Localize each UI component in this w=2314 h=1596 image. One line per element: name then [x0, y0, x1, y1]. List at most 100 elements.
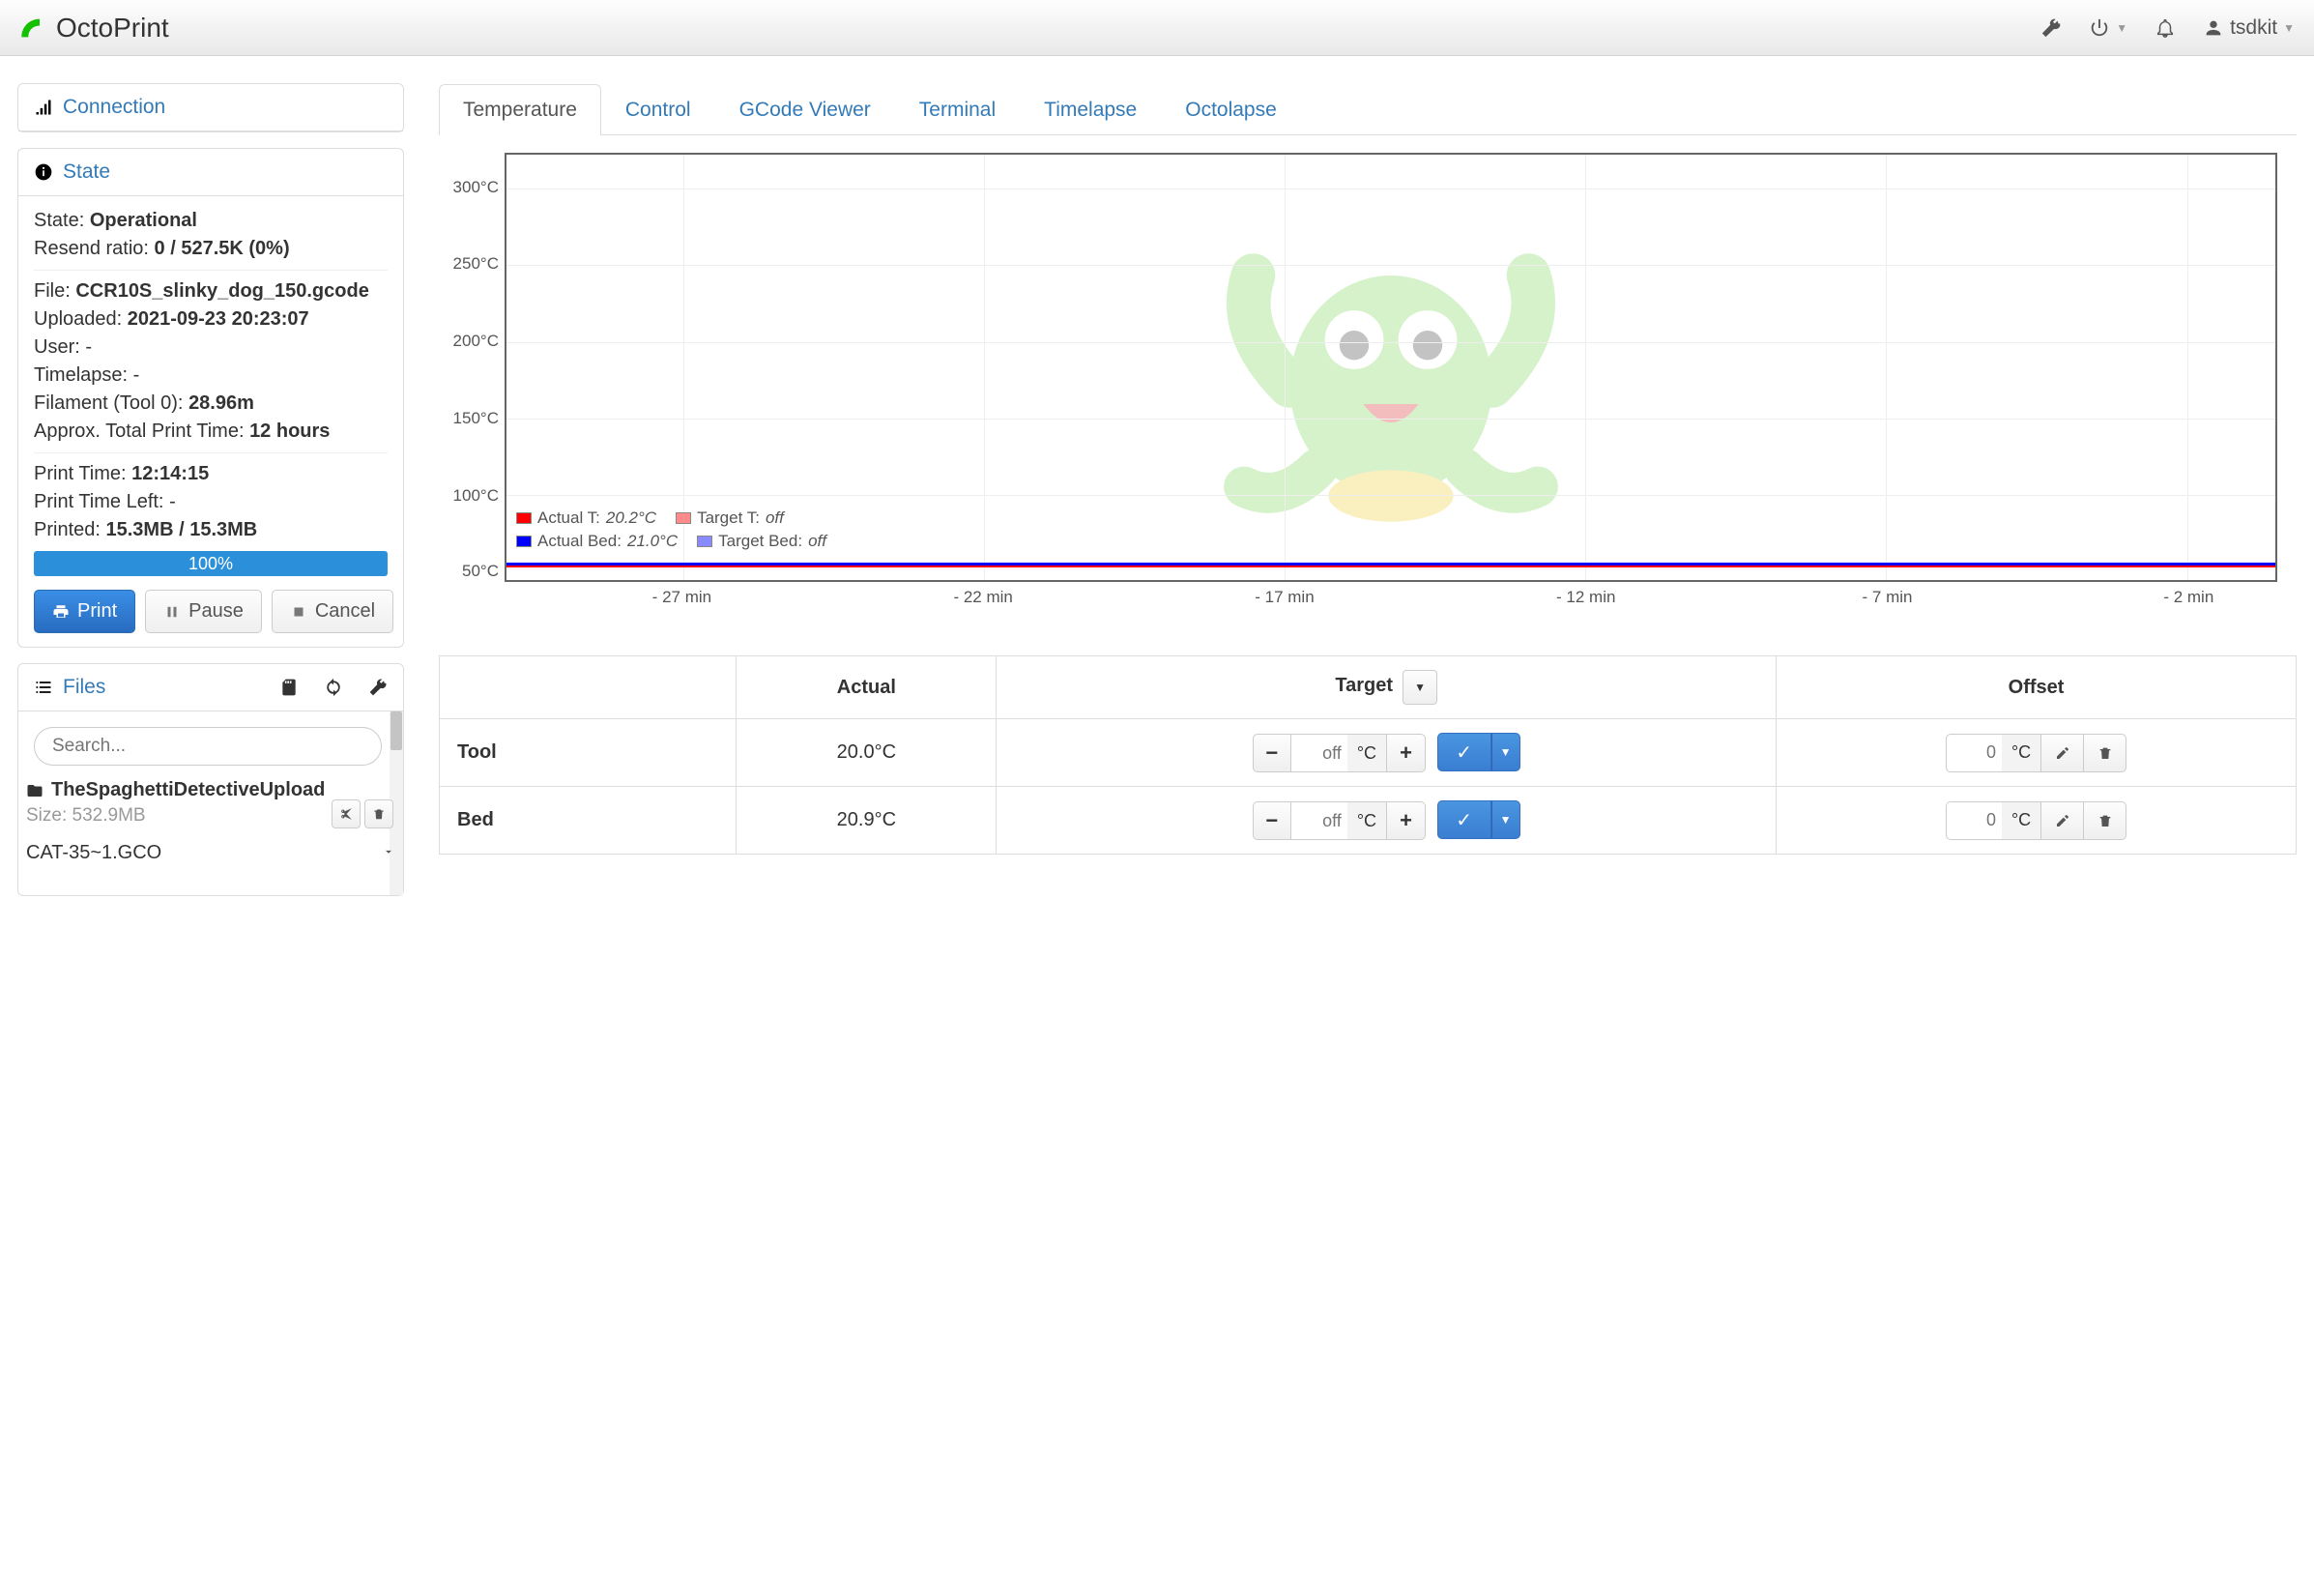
- print-button[interactable]: Print: [34, 590, 135, 633]
- connection-link[interactable]: Connection: [63, 96, 165, 119]
- uploaded-label: Uploaded:: [34, 308, 122, 330]
- target-apply-button[interactable]: ✓: [1437, 800, 1491, 839]
- delete-button[interactable]: [364, 799, 393, 828]
- refresh-icon[interactable]: [324, 678, 343, 697]
- actual-temp: 20.0°C: [737, 719, 997, 787]
- printtime-label: Print Time:: [34, 463, 127, 484]
- settings-button[interactable]: [2040, 17, 2062, 39]
- tab-terminal[interactable]: Terminal: [895, 84, 1020, 135]
- user-value: -: [85, 336, 92, 358]
- unit-label: °C: [2002, 801, 2041, 840]
- state-panel-heading[interactable]: State: [18, 149, 403, 196]
- folder-icon: [26, 782, 43, 799]
- target-dropdown-button[interactable]: ▼: [1491, 800, 1520, 839]
- tab-gcode-viewer[interactable]: GCode Viewer: [715, 84, 895, 135]
- th-offset: Offset: [1777, 656, 2297, 719]
- info-icon: [34, 162, 53, 182]
- ytick: 150°C: [448, 409, 499, 428]
- offset-delete-button[interactable]: [2084, 734, 2126, 772]
- files-panel-heading[interactable]: Files: [18, 664, 403, 711]
- offset-input[interactable]: [1946, 801, 2002, 840]
- wrench-icon: [2040, 17, 2062, 39]
- cut-button[interactable]: [332, 799, 361, 828]
- ytick: 250°C: [448, 254, 499, 274]
- temp-row-bed: Bed 20.9°C − °C + ✓ ▼: [440, 787, 2297, 855]
- folder-name: TheSpaghettiDetectiveUpload: [51, 779, 325, 801]
- octopus-watermark-icon: [1207, 184, 1575, 551]
- ytick: 300°C: [448, 178, 499, 197]
- offset-edit-button[interactable]: [2041, 734, 2084, 772]
- folder-entry[interactable]: TheSpaghettiDetectiveUpload Size: 532.9M…: [22, 779, 399, 828]
- target-decrement-button[interactable]: −: [1253, 801, 1291, 840]
- target-input[interactable]: [1291, 801, 1347, 840]
- actual-tool-line: [506, 566, 2275, 567]
- target-increment-button[interactable]: +: [1387, 801, 1426, 840]
- state-value: Operational: [90, 210, 197, 231]
- state-link[interactable]: State: [63, 160, 110, 184]
- target-decrement-button[interactable]: −: [1253, 734, 1291, 772]
- xtick: - 7 min: [1863, 588, 1913, 607]
- offset-edit-button[interactable]: [2041, 801, 2084, 840]
- wrench-icon[interactable]: [368, 678, 388, 697]
- username-label: tsdkit: [2230, 16, 2277, 40]
- th-actual: Actual: [737, 656, 997, 719]
- xtick: - 27 min: [652, 588, 711, 607]
- target-input[interactable]: [1291, 734, 1347, 772]
- tab-timelapse[interactable]: Timelapse: [1020, 84, 1161, 135]
- xtick: - 17 min: [1255, 588, 1314, 607]
- approx-value: 12 hours: [249, 421, 330, 442]
- filament-value: 28.96m: [188, 392, 254, 414]
- temperature-table: Actual Target▼ Offset Tool 20.0°C − °C +…: [439, 655, 2297, 855]
- signal-icon: [34, 98, 53, 117]
- filament-label: Filament (Tool 0):: [34, 392, 184, 414]
- target-increment-button[interactable]: +: [1387, 734, 1426, 772]
- connection-panel-heading[interactable]: Connection: [18, 84, 403, 131]
- file-name: CAT-35~1.GCO: [26, 842, 161, 864]
- files-search-input[interactable]: [34, 727, 382, 766]
- tab-temperature[interactable]: Temperature: [439, 84, 601, 135]
- expand-file-button[interactable]: [382, 842, 395, 864]
- unit-label: °C: [1347, 801, 1387, 840]
- printed-value: 15.3MB / 15.3MB: [106, 519, 258, 540]
- print-icon: [52, 603, 70, 621]
- files-link[interactable]: Files: [63, 676, 105, 699]
- target-apply-button[interactable]: ✓: [1437, 733, 1491, 771]
- xtick: - 12 min: [1556, 588, 1615, 607]
- th-target: Target: [1335, 675, 1393, 696]
- notifications-button[interactable]: [2155, 17, 2176, 39]
- offset-delete-button[interactable]: [2084, 801, 2126, 840]
- printtimeleft-value: -: [169, 491, 176, 512]
- tab-control[interactable]: Control: [601, 84, 715, 135]
- offset-input[interactable]: [1946, 734, 2002, 772]
- timelapse-label: Timelapse:: [34, 364, 128, 386]
- target-dropdown-button[interactable]: ▼: [1491, 733, 1520, 771]
- trash-icon: [372, 807, 386, 821]
- timelapse-value: -: [133, 364, 140, 386]
- user-menu[interactable]: tsdkit ▼: [2203, 16, 2295, 40]
- file-entry[interactable]: CAT-35~1.GCO: [22, 842, 399, 866]
- caret-down-icon: ▼: [2116, 21, 2127, 35]
- cancel-button[interactable]: Cancel: [272, 590, 393, 633]
- state-label: State:: [34, 210, 84, 231]
- stop-icon: [290, 603, 307, 621]
- target-preset-dropdown[interactable]: ▼: [1403, 670, 1437, 705]
- app-brand[interactable]: OctoPrint: [19, 13, 169, 44]
- app-title: OctoPrint: [56, 13, 169, 44]
- unit-label: °C: [2002, 734, 2041, 772]
- pause-button[interactable]: Pause: [145, 590, 262, 633]
- sdcard-icon[interactable]: [279, 678, 299, 697]
- octoprint-logo-icon: [19, 15, 46, 42]
- actual-temp: 20.9°C: [737, 787, 997, 855]
- power-icon: [2089, 17, 2110, 39]
- resend-value: 0 / 527.5K (0%): [155, 238, 290, 259]
- tab-octolapse[interactable]: Octolapse: [1161, 84, 1301, 135]
- system-menu[interactable]: ▼: [2089, 17, 2127, 39]
- pause-icon: [163, 603, 181, 621]
- main-tabs: Temperature Control GCode Viewer Termina…: [439, 83, 2297, 135]
- trash-icon: [2097, 745, 2113, 761]
- ytick: 50°C: [448, 562, 499, 581]
- unit-label: °C: [1347, 734, 1387, 772]
- user-icon: [2203, 17, 2224, 39]
- approx-label: Approx. Total Print Time:: [34, 421, 245, 442]
- printtime-value: 12:14:15: [131, 463, 209, 484]
